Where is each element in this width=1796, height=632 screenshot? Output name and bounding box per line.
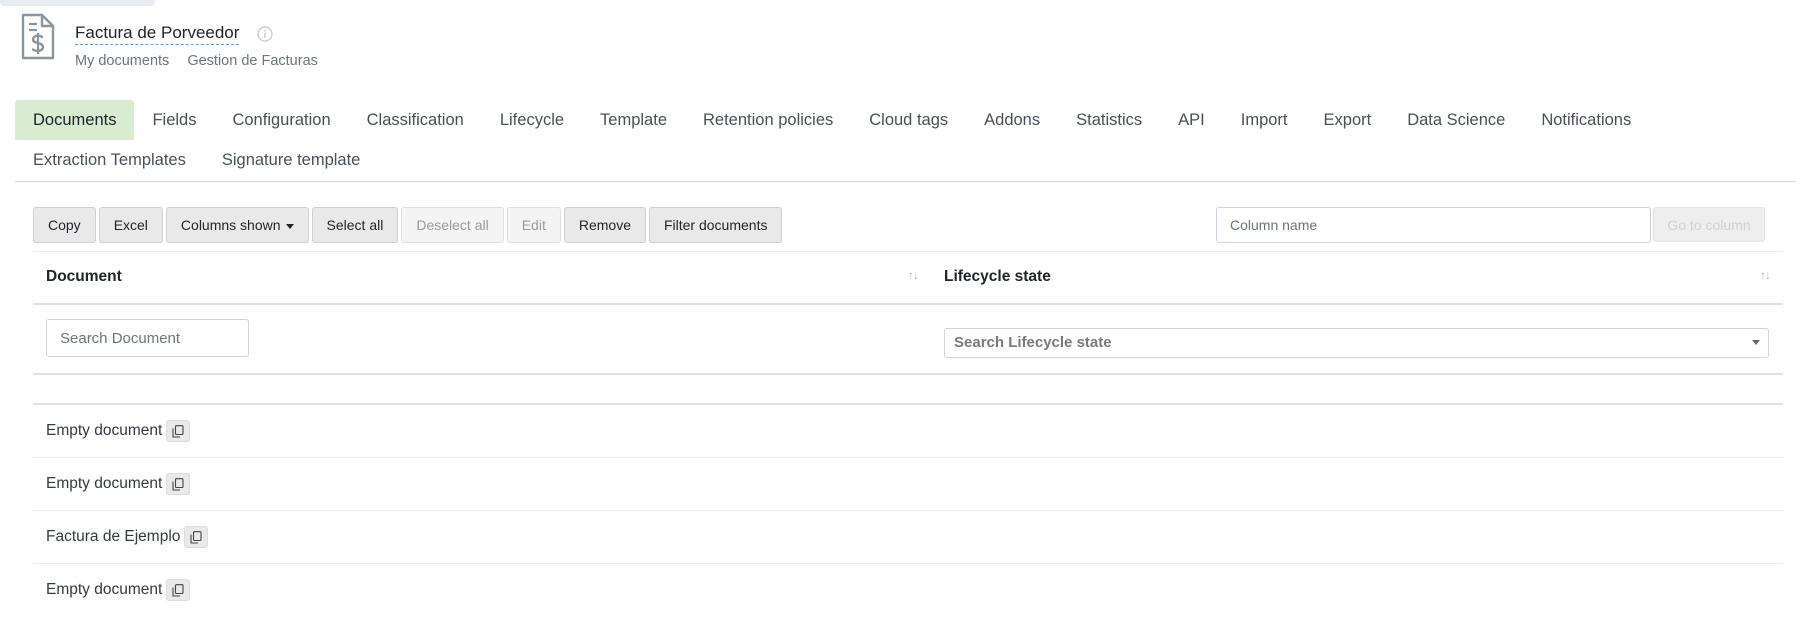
column-header-lifecycle-state[interactable]: Lifecycle state (944, 268, 1051, 286)
tab-signature-template[interactable]: Signature template (204, 140, 379, 180)
tab-retention-policies[interactable]: Retention policies (685, 100, 851, 140)
document-name[interactable]: Empty document (46, 422, 162, 440)
copy-icon[interactable] (166, 579, 191, 601)
chevron-down-icon (1752, 340, 1760, 345)
table-filter-row: Search Lifecycle state (33, 305, 1783, 375)
tab-classification[interactable]: Classification (349, 100, 482, 140)
excel-button[interactable]: Excel (98, 207, 163, 243)
search-lifecycle-state-select[interactable]: Search Lifecycle state (944, 328, 1769, 358)
tab-data-science[interactable]: Data Science (1389, 100, 1523, 140)
tab-cloud-tags[interactable]: Cloud tags (851, 100, 966, 140)
copy-icon[interactable] (184, 526, 209, 548)
select-all-button[interactable]: Select all (311, 207, 399, 243)
breadcrumb: My documents Gestion de Facturas (75, 53, 332, 69)
tab-export[interactable]: Export (1306, 100, 1390, 140)
table-row: Empty document (33, 564, 1783, 616)
table-row: Empty document (33, 405, 1783, 458)
table-row: Empty document (33, 458, 1783, 511)
breadcrumb-gestion-de-facturas[interactable]: Gestion de Facturas (187, 53, 318, 69)
invoice-document-icon (21, 13, 55, 60)
tab-fields[interactable]: Fields (134, 100, 214, 140)
tab-bar: Documents Fields Configuration Classific… (15, 100, 1796, 182)
table-body: Empty document Empty document Factura de… (33, 405, 1783, 616)
tab-api[interactable]: API (1160, 100, 1223, 140)
tab-row-primary: Documents Fields Configuration Classific… (15, 100, 1796, 140)
page-title[interactable]: Factura de Porveedor (75, 23, 240, 45)
sort-icon[interactable]: ↑↓ (1760, 268, 1771, 282)
table-spacer (33, 375, 1783, 405)
breadcrumb-my-documents[interactable]: My documents (75, 53, 169, 69)
info-icon[interactable] (257, 26, 274, 42)
search-document-input[interactable] (46, 319, 249, 357)
table-toolbar: Copy Excel Columns shown Select all Dese… (33, 207, 783, 243)
table-row: Factura de Ejemplo (33, 511, 1783, 564)
table-header: Document ↑↓ Lifecycle state ↑↓ (33, 251, 1783, 305)
document-name[interactable]: Empty document (46, 581, 162, 599)
tab-statistics[interactable]: Statistics (1058, 100, 1160, 140)
tab-documents[interactable]: Documents (15, 100, 135, 140)
documents-table: Document ↑↓ Lifecycle state ↑↓ Search Li… (33, 251, 1783, 616)
deselect-all-button[interactable]: Deselect all (401, 207, 504, 243)
go-to-column-button[interactable]: Go to column (1653, 207, 1765, 242)
copy-icon[interactable] (166, 473, 191, 495)
remove-button[interactable]: Remove (563, 207, 646, 243)
filter-documents-button[interactable]: Filter documents (648, 207, 783, 243)
document-name[interactable]: Empty document (46, 475, 162, 493)
edit-button[interactable]: Edit (506, 207, 561, 243)
document-name[interactable]: Factura de Ejemplo (46, 528, 180, 546)
tab-row-secondary: Extraction Templates Signature template (15, 140, 1796, 180)
tab-lifecycle[interactable]: Lifecycle (482, 100, 582, 140)
tab-notifications[interactable]: Notifications (1523, 100, 1649, 140)
search-lifecycle-placeholder: Search Lifecycle state (954, 334, 1112, 351)
tab-import[interactable]: Import (1223, 100, 1306, 140)
caret-down-icon (285, 223, 294, 229)
tab-configuration[interactable]: Configuration (214, 100, 348, 140)
column-header-document[interactable]: Document (46, 268, 122, 286)
copy-button[interactable]: Copy (33, 207, 96, 243)
tab-addons[interactable]: Addons (966, 100, 1058, 140)
top-tooltip-remnant (0, 0, 155, 6)
sort-icon[interactable]: ↑↓ (908, 268, 919, 282)
tab-template[interactable]: Template (582, 100, 685, 140)
columns-shown-button[interactable]: Columns shown (165, 207, 309, 243)
copy-icon[interactable] (166, 420, 191, 442)
column-name-input[interactable] (1216, 207, 1651, 243)
columns-shown-label: Columns shown (180, 217, 281, 233)
tab-extraction-templates[interactable]: Extraction Templates (15, 140, 204, 180)
